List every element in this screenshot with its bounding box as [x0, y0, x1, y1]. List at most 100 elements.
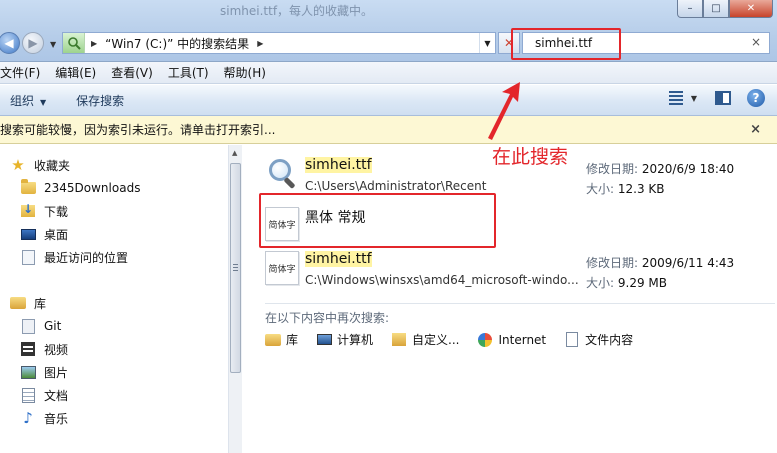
nav-item-label: 2345Downloads: [44, 181, 141, 195]
menu-file[interactable]: 文件(F): [0, 64, 40, 81]
history-dropdown-icon[interactable]: ▼: [50, 40, 56, 49]
annotation-text: 在此搜索: [492, 146, 569, 168]
video-icon: [20, 341, 36, 357]
search-again-file-contents[interactable]: 文件内容: [564, 331, 633, 348]
git-library-icon: [20, 318, 36, 334]
result-modified: 修改日期: 2020/6/9 18:40: [586, 162, 735, 176]
star-icon: ★: [11, 155, 25, 174]
menu-tools[interactable]: 工具(T): [168, 64, 209, 81]
menu-view[interactable]: 查看(V): [111, 64, 153, 81]
nav-item-git[interactable]: Git: [20, 316, 61, 336]
organize-label: 组织: [10, 93, 35, 108]
search-again-title: 在以下内容中再次搜索:: [265, 311, 390, 325]
custom-folder-icon: [391, 332, 407, 348]
toolbar-right: ▼ ?: [667, 89, 777, 107]
pictures-icon: [20, 364, 36, 380]
search-again-custom[interactable]: 自定义...: [391, 331, 459, 348]
search-results-pane: simhei.ttf C:\Users\Administrator\Recent…: [243, 145, 777, 453]
nav-item-label: 最近访问的位置: [44, 250, 129, 265]
divider: [265, 303, 775, 304]
nav-item-videos[interactable]: 视频: [20, 339, 68, 359]
result-name[interactable]: simhei.ttf: [305, 157, 372, 173]
recent-places-icon: [20, 249, 36, 265]
search-again-internet[interactable]: Internet: [477, 332, 546, 348]
annotation-arrow-icon: [488, 82, 520, 140]
close-button[interactable]: ✕: [729, 0, 773, 18]
menu-edit[interactable]: 编辑(E): [55, 64, 96, 81]
search-again-libraries[interactable]: 库: [265, 331, 298, 348]
breadcrumb-search-results[interactable]: “Win7 (C:)” 中的搜索结果: [105, 35, 249, 52]
save-search-button[interactable]: 保存搜索: [76, 92, 124, 109]
navigation-pane: ★ 收藏夹 2345Downloads 下载 桌面 最近访问的位置 库 Git …: [0, 145, 242, 453]
nav-favorites[interactable]: ★ 收藏夹: [10, 155, 70, 175]
window-title: simhei.ttf，每人的收藏中。: [220, 4, 374, 18]
nav-item-label: 视频: [44, 342, 69, 357]
address-bar[interactable]: ▶ “Win7 (C:)” 中的搜索结果 ▶ ▼: [62, 32, 496, 54]
nav-item-downloads[interactable]: 下载: [20, 201, 68, 221]
result-size: 大小: 9.29 MB: [586, 276, 667, 290]
downloads-folder-icon: [20, 202, 36, 219]
scroll-grip-icon: [233, 264, 238, 272]
breadcrumb-separator-icon[interactable]: ▶: [257, 39, 263, 48]
scrollbar-thumb[interactable]: [230, 163, 241, 373]
minimize-button[interactable]: –: [677, 0, 703, 18]
result-name[interactable]: simhei.ttf: [305, 251, 372, 267]
font-file-icon: 简体字: [265, 251, 299, 285]
folder-icon: [20, 179, 36, 196]
arrow-left-icon: ◀: [4, 36, 14, 50]
organize-button[interactable]: 组织 ▼: [10, 92, 46, 109]
search-results-icon: [63, 33, 85, 53]
nav-favorites-label: 收藏夹: [34, 158, 71, 173]
address-dropdown-icon[interactable]: ▼: [479, 33, 495, 53]
nav-item-music[interactable]: ♪ 音乐: [20, 408, 68, 428]
result-modified: 修改日期: 2009/6/11 4:43: [586, 256, 735, 270]
magnifier-icon: [265, 157, 299, 191]
view-options-dropdown-icon[interactable]: ▼: [691, 94, 697, 103]
index-warning-bar[interactable]: 搜索可能较慢，因为索引未运行。请单击打开索引... ×: [0, 116, 777, 144]
nav-libraries[interactable]: 库: [10, 293, 46, 313]
nav-item-label: 文档: [44, 388, 69, 403]
index-warning-text: 搜索可能较慢，因为索引未运行。请单击打开索引...: [0, 123, 276, 137]
menu-help[interactable]: 帮助(H): [224, 64, 266, 81]
menu-bar: 文件(F) 编辑(E) 查看(V) 工具(T) 帮助(H): [0, 62, 777, 84]
window-controls: – □ ✕: [677, 0, 773, 18]
result-size: 大小: 12.3 KB: [586, 182, 665, 196]
nav-item-documents[interactable]: 文档: [20, 385, 68, 405]
nav-item-label: 音乐: [44, 411, 69, 426]
change-view-icon[interactable]: [667, 89, 685, 107]
preview-pane-icon[interactable]: [715, 91, 731, 105]
result-path: C:\Users\Administrator\Recent: [305, 179, 487, 193]
nav-libraries-label: 库: [34, 296, 47, 311]
result-item[interactable]: 简体字 simhei.ttf C:\Windows\winsxs\amd64_m…: [243, 247, 777, 295]
computer-icon: [316, 332, 332, 348]
annotation-highlight-result: [259, 193, 496, 248]
documents-icon: [20, 387, 36, 403]
search-again-options: 库 计算机 自定义... Internet 文件内容: [265, 331, 651, 348]
file-contents-icon: [564, 332, 580, 348]
breadcrumb-separator-icon[interactable]: ▶: [91, 39, 97, 48]
nav-item-recent-places[interactable]: 最近访问的位置: [20, 247, 128, 267]
nav-item-2345downloads[interactable]: 2345Downloads: [20, 178, 140, 198]
nav-item-desktop[interactable]: 桌面: [20, 224, 68, 244]
command-bar: 组织 ▼ 保存搜索 ▼ ?: [0, 85, 777, 116]
result-path: C:\Windows\winsxs\amd64_microsoft-windo.…: [305, 273, 579, 287]
nav-item-label: 桌面: [44, 227, 69, 242]
desktop-icon: [20, 226, 36, 242]
help-icon[interactable]: ?: [747, 89, 765, 107]
library-icon: [10, 295, 26, 311]
maximize-button[interactable]: □: [703, 0, 729, 18]
annotation-highlight-search: [511, 28, 621, 60]
internet-icon: [477, 332, 493, 348]
forward-button[interactable]: ▶: [22, 32, 44, 54]
nav-item-label: Git: [44, 319, 62, 333]
nav-scrollbar[interactable]: ▲: [228, 145, 242, 453]
clear-search-icon[interactable]: ×: [751, 35, 761, 49]
back-button[interactable]: ◀: [0, 32, 20, 54]
search-again-computer[interactable]: 计算机: [316, 331, 373, 348]
chevron-down-icon: ▼: [40, 97, 47, 107]
close-infobar-icon[interactable]: ×: [750, 122, 761, 137]
scroll-up-icon[interactable]: ▲: [232, 149, 237, 157]
library-icon: [265, 332, 281, 348]
arrow-right-icon: ▶: [28, 36, 38, 50]
nav-item-pictures[interactable]: 图片: [20, 362, 68, 382]
